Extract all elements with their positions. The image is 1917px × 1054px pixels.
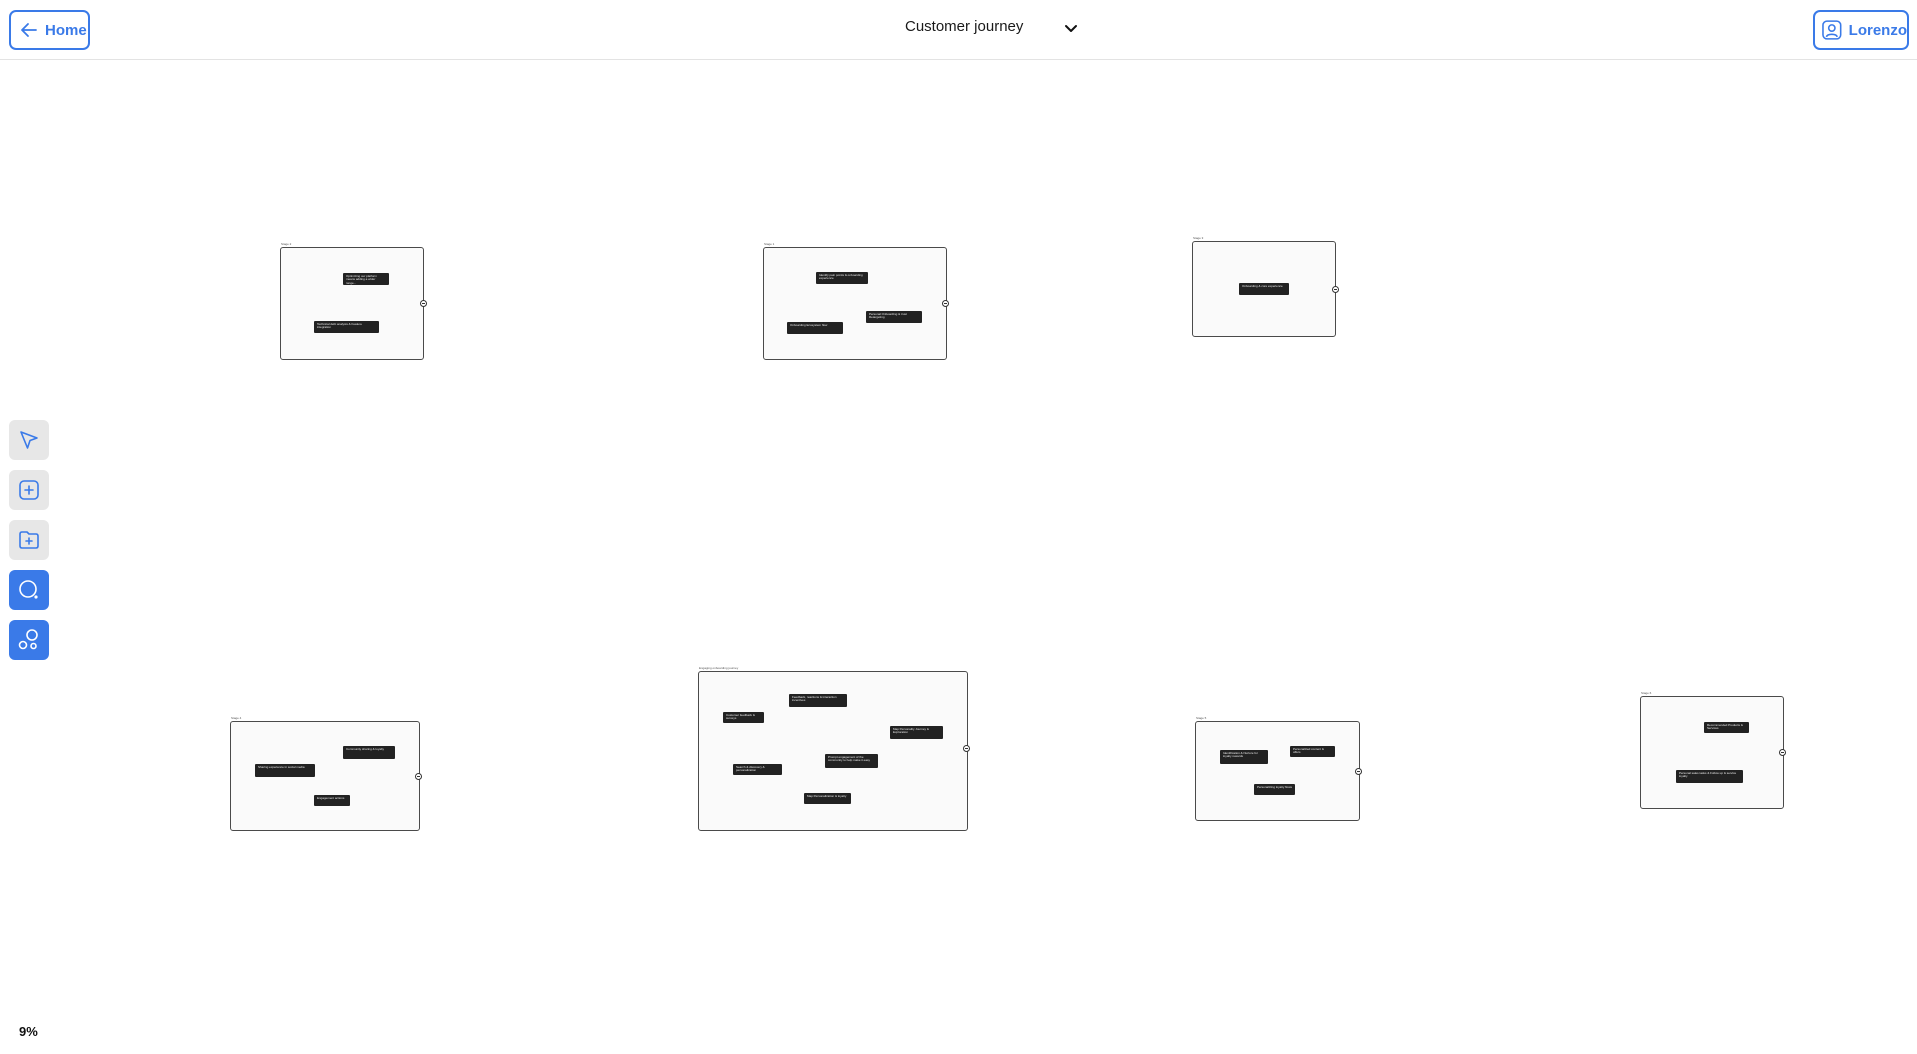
canvas-card[interactable]: Technical debt analysis & Feature integr… [314,321,379,333]
canvas-card[interactable]: Identify pain points & onboarding experi… [816,272,868,284]
canvas-card[interactable]: Personalizing loyalty flows [1254,784,1295,795]
connector-handle[interactable] [1355,768,1362,775]
canvas-card[interactable]: Engagement actions [314,795,350,806]
canvas-card[interactable]: Personalized content & offers [1290,746,1335,757]
cursor-arrow-icon [20,431,38,449]
canvas-group[interactable]: Stage 1 Identify pain points & onboardin… [763,242,949,360]
arrow-left-icon [21,23,37,37]
group-label: Stage 1 [764,242,775,246]
canvas-group[interactable]: Engaging onboarding journey Feedback, re… [698,666,970,831]
connector-handle[interactable] [963,745,970,752]
canvas-card[interactable]: Personal Onboarding & trust Retargeting [866,311,922,323]
group-label: Stage 3 [1193,236,1204,240]
select-tool-button[interactable] [9,420,49,460]
canvas-card[interactable]: Optimizing our platform means adding a w… [343,273,389,285]
canvas-card[interactable]: Personal sales tasks & Follow up & servi… [1676,770,1743,783]
connector-handle[interactable] [942,300,949,307]
connector-handle[interactable] [420,300,427,307]
board-title[interactable]: Customer journey [905,18,1023,35]
group-label: Stage 6 [1641,691,1652,695]
search-icon [19,580,38,599]
canvas-card[interactable]: Search & discovery & personalization [733,764,782,775]
canvas-card[interactable]: Sharing experience in social media [255,764,315,777]
canvas-card[interactable]: Onboarding & core experience [1239,283,1289,295]
search-button[interactable] [9,570,49,610]
board-title-text: Customer journey [905,18,1024,35]
canvas-card[interactable]: Community sharing & loyalty [343,746,395,759]
canvas-card[interactable]: Identification & Nurture for loyalty rew… [1220,750,1268,764]
connector-handle[interactable] [1332,286,1339,293]
canvas-group[interactable]: Stage 3 Onboarding & core experience [1192,236,1339,337]
canvas-card[interactable]: Feedback, reactions & interaction incent… [789,694,847,707]
bubbles-icon [18,629,38,650]
user-icon [1822,20,1842,40]
user-account-button[interactable]: Lorenzo [1813,10,1909,50]
home-button[interactable]: Home [9,10,90,50]
canvas-group[interactable]: Stage 5 Identification & Nurture for loy… [1195,716,1362,821]
add-node-button[interactable] [9,470,49,510]
canvas-card[interactable]: Customer feedback & surveys [723,712,764,723]
canvas-group[interactable]: Stage 4 Community sharing & loyalty Shar… [230,716,422,831]
canvas-card[interactable]: Recommended Products & Services [1704,722,1749,733]
canvas-group[interactable]: Stage 6 Recommended Products & Services … [1640,691,1786,809]
group-label: Stage 5 [1196,716,1207,720]
group-label: Stage 2 [281,242,292,246]
connector-handle[interactable] [1779,749,1786,756]
chevron-down-icon[interactable] [1060,18,1082,40]
connector-handle[interactable] [415,773,422,780]
canvas-group[interactable]: Stage 2 Optimizing our platform means ad… [280,242,427,360]
add-group-button[interactable] [9,520,49,560]
zoom-level: 9% [19,1024,38,1039]
canvas-card[interactable]: Onboarding Ecosystem flow [787,322,843,334]
canvas-card[interactable]: Prompt engagement of the community to he… [825,754,878,768]
plus-square-icon [19,480,39,500]
folder-plus-icon [19,531,39,549]
canvas-card[interactable]: Map Personalization & loyalty [804,793,851,804]
group-label: Engaging onboarding journey [699,666,739,670]
home-label: Home [45,21,87,39]
canvas-card[interactable]: Map Personality Journey & Exploration [890,726,943,739]
top-bar: Home Customer journey Lorenzo [0,0,1917,60]
user-name: Lorenzo [1848,21,1907,39]
group-label: Stage 4 [231,716,242,720]
cluster-button[interactable] [9,620,49,660]
